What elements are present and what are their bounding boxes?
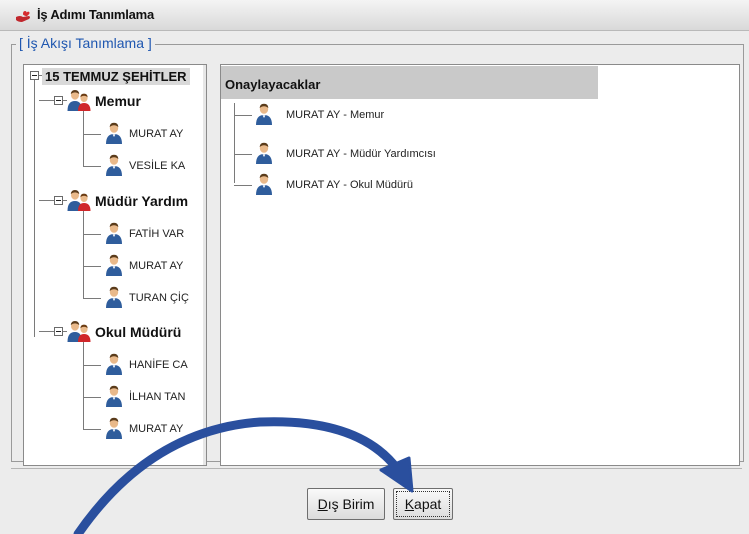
- dialog-window: İş Adımı Tanımlama [ İş Akışı Tanımlama …: [0, 0, 749, 534]
- annotation-arrow: [73, 417, 414, 534]
